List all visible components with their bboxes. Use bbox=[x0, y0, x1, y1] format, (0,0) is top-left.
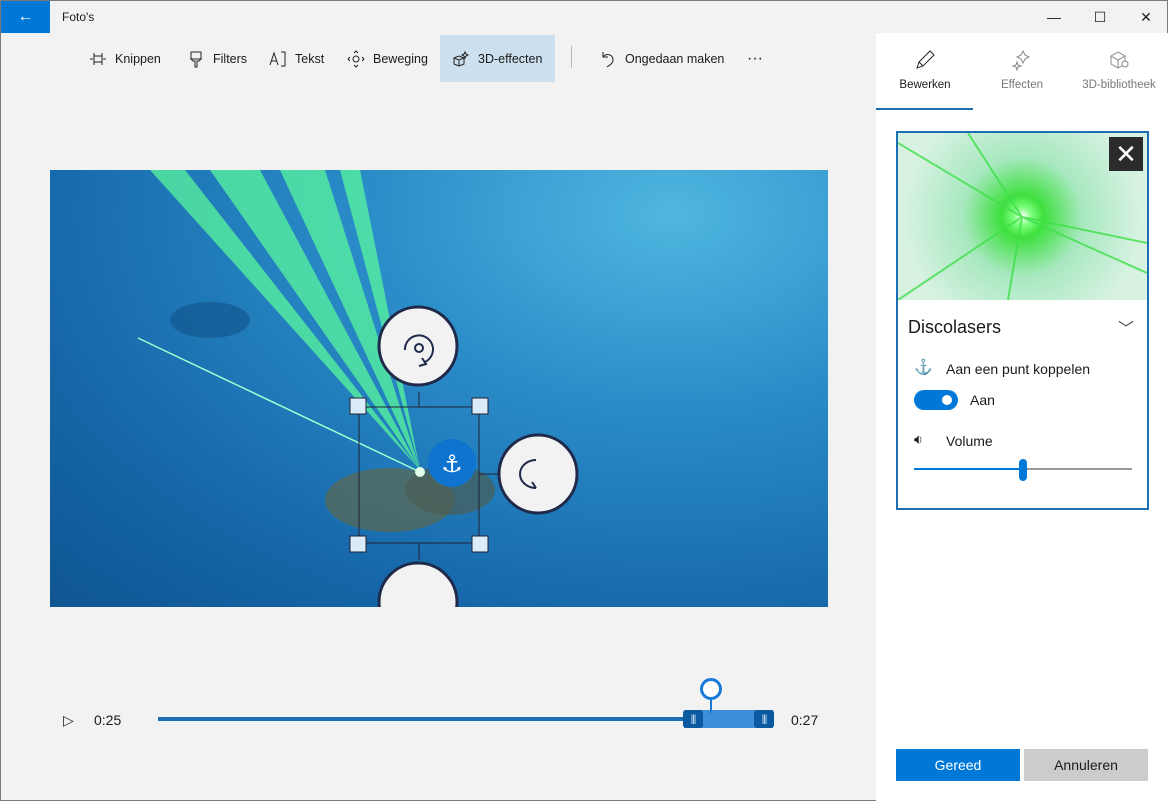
timeline-track[interactable] bbox=[158, 717, 772, 721]
toggle-state: Aan bbox=[970, 392, 995, 408]
tab-3d-bibliotheek[interactable]: 3D-bibliotheek bbox=[1070, 49, 1168, 91]
trim-end-handle[interactable]: ||| bbox=[754, 710, 774, 728]
tab-indicator bbox=[876, 108, 973, 110]
toolbar-label: Beweging bbox=[373, 51, 428, 66]
toolbar-label: Knippen bbox=[115, 51, 161, 66]
trim-icon bbox=[90, 52, 106, 65]
video-frame: ⚓ bbox=[137, 170, 579, 607]
brush-icon bbox=[189, 51, 203, 67]
side-panel: Bewerken Effecten 3D-bibliotheek ✕ Disco… bbox=[876, 33, 1168, 801]
text-icon bbox=[269, 50, 286, 66]
close-button[interactable]: ✕ bbox=[1123, 1, 1168, 33]
tab-label: Effecten bbox=[1001, 79, 1043, 91]
anchor-icon: ⚓ bbox=[914, 359, 933, 376]
chevron-down-icon[interactable]: ﹀ bbox=[1118, 315, 1134, 339]
volume-fill bbox=[914, 468, 1023, 470]
toolbar-beweging[interactable]: Beweging bbox=[335, 35, 440, 82]
motion-icon bbox=[347, 49, 365, 68]
tab-label: 3D-bibliotheek bbox=[1082, 79, 1156, 91]
anchor-toggle[interactable] bbox=[914, 390, 958, 410]
anchor-label: Aan een punt koppelen bbox=[946, 361, 1091, 377]
maximize-button[interactable]: ☐ bbox=[1077, 1, 1123, 33]
undo-button[interactable]: Ongedaan maken bbox=[587, 35, 736, 82]
effect-thumbnail: ✕ bbox=[898, 133, 1147, 300]
back-arrow-icon: ← bbox=[17, 8, 34, 25]
effect-name: Discolasers bbox=[908, 317, 1002, 337]
undo-icon bbox=[602, 51, 614, 67]
tab-bewerken[interactable]: Bewerken bbox=[876, 49, 974, 91]
toolbar-label: 3D-effecten bbox=[478, 51, 543, 66]
toolbar-divider bbox=[571, 46, 572, 68]
done-button[interactable]: Gereed bbox=[896, 749, 1020, 781]
toolbar-tekst[interactable]: Tekst bbox=[257, 35, 336, 82]
app-title: Foto's bbox=[62, 10, 95, 24]
tab-effecten[interactable]: Effecten bbox=[973, 49, 1071, 91]
toolbar-filters[interactable]: Filters bbox=[175, 35, 259, 82]
playhead-handle[interactable] bbox=[699, 678, 722, 700]
effect-card: ✕ Discolasers ﹀ ⚓ Aan een punt koppelen … bbox=[896, 131, 1149, 510]
more-button[interactable]: ··· bbox=[735, 35, 775, 82]
remove-effect-button[interactable]: ✕ bbox=[1109, 137, 1143, 171]
toolbar-3d-effecten[interactable]: 3D-effecten bbox=[440, 35, 555, 82]
toolbar-label: Tekst bbox=[295, 51, 325, 66]
toolbar-label: Filters bbox=[213, 51, 248, 66]
back-button[interactable]: ← bbox=[1, 1, 50, 33]
end-time: 0:27 bbox=[791, 712, 819, 728]
3d-effects-icon bbox=[453, 50, 470, 67]
minimize-button[interactable]: — bbox=[1031, 1, 1077, 33]
start-time: 0:25 bbox=[94, 712, 122, 728]
tab-label: Bewerken bbox=[899, 79, 951, 91]
volume-thumb[interactable] bbox=[1019, 459, 1027, 481]
video-preview[interactable]: ⚓ bbox=[50, 170, 828, 607]
toolbar-knippen[interactable]: Knippen bbox=[77, 35, 173, 82]
cancel-button[interactable]: Annuleren bbox=[1024, 749, 1148, 781]
pencil-icon bbox=[916, 50, 935, 69]
sparkle-icon bbox=[1011, 49, 1031, 71]
volume-label: Volume bbox=[946, 433, 993, 449]
playhead-stem bbox=[709, 699, 712, 713]
undo-label: Ongedaan maken bbox=[625, 51, 725, 66]
volume-icon: 🔉︎ bbox=[914, 431, 923, 447]
svg-text:⚓: ⚓ bbox=[441, 450, 463, 478]
play-button[interactable]: ▷ bbox=[63, 712, 74, 729]
3d-library-icon bbox=[1110, 51, 1129, 69]
trim-start-handle[interactable]: ||| bbox=[683, 710, 703, 728]
